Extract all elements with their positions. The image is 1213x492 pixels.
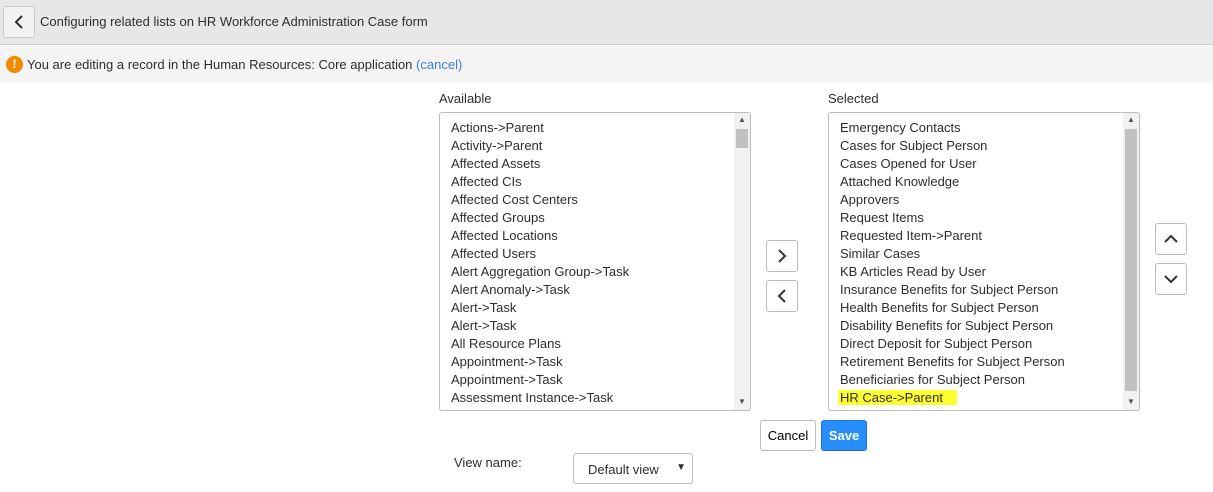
list-item[interactable]: Affected Assets xyxy=(451,155,750,173)
list-item[interactable]: Appointment->Task xyxy=(451,371,750,389)
list-item[interactable]: Requested Item->Parent xyxy=(840,227,1139,245)
list-item[interactable]: Request Items xyxy=(840,209,1139,227)
back-button[interactable] xyxy=(3,6,35,38)
cancel-button[interactable]: Cancel xyxy=(760,420,816,451)
list-item[interactable]: Direct Deposit for Subject Person xyxy=(840,335,1139,353)
list-item[interactable]: Emergency Contacts xyxy=(840,119,1139,137)
chevron-left-icon xyxy=(777,289,786,303)
cancel-link[interactable]: (cancel) xyxy=(416,57,462,72)
chevron-up-icon xyxy=(1164,234,1178,243)
list-item[interactable]: Affected Users xyxy=(451,245,750,263)
warning-icon: ! xyxy=(6,56,23,73)
scrollbar[interactable]: ▲ ▼ xyxy=(734,113,750,410)
add-button[interactable] xyxy=(766,240,798,272)
list-item[interactable]: Cases for Subject Person xyxy=(840,137,1139,155)
list-item[interactable]: KB Articles Read by User xyxy=(840,263,1139,281)
scroll-up-icon[interactable]: ▲ xyxy=(1127,115,1135,124)
scroll-down-icon[interactable]: ▼ xyxy=(738,397,746,406)
list-item[interactable]: Affected CIs xyxy=(451,173,750,191)
selected-list[interactable]: Emergency Contacts Cases for Subject Pers… xyxy=(828,112,1140,411)
highlighted-item-text: HR Case->Parent xyxy=(838,390,957,405)
list-item[interactable]: Activity->Parent xyxy=(451,137,750,155)
list-item[interactable]: Affected Groups xyxy=(451,209,750,227)
list-item-highlighted[interactable]: HR Case->Parent xyxy=(838,389,1139,407)
available-label: Available xyxy=(439,91,492,106)
list-item[interactable]: Appointment->Task xyxy=(451,353,750,371)
chevron-right-icon xyxy=(778,249,787,263)
list-item[interactable]: Cases Opened for User xyxy=(840,155,1139,173)
list-item[interactable]: Alert->Task xyxy=(451,299,750,317)
move-down-button[interactable] xyxy=(1155,263,1187,295)
list-item[interactable]: Similar Cases xyxy=(840,245,1139,263)
list-item[interactable]: Disability Benefits for Subject Person xyxy=(840,317,1139,335)
list-item[interactable]: Alert Anomaly->Task xyxy=(451,281,750,299)
list-item[interactable]: Approvers xyxy=(840,191,1139,209)
list-item[interactable]: All Resource Plans xyxy=(451,335,750,353)
info-message-bar: ! You are editing a record in the Human … xyxy=(0,46,1213,83)
view-name-label: View name: xyxy=(454,455,522,470)
scroll-up-icon[interactable]: ▲ xyxy=(738,115,746,124)
view-name-value: Default view xyxy=(588,462,659,477)
list-item[interactable]: Alert->Task xyxy=(451,317,750,335)
scroll-thumb[interactable] xyxy=(736,129,748,148)
caret-down-icon: ▼ xyxy=(676,462,686,473)
chevron-down-icon xyxy=(1164,275,1178,284)
list-item[interactable]: Beneficiaries for Subject Person xyxy=(840,371,1139,389)
list-item[interactable]: Insurance Benefits for Subject Person xyxy=(840,281,1139,299)
list-item[interactable]: Assessment Instance->Task xyxy=(451,389,750,407)
page-title: Configuring related lists on HR Workforc… xyxy=(40,14,428,29)
header-bar: Configuring related lists on HR Workforc… xyxy=(0,0,1213,45)
save-button[interactable]: Save xyxy=(821,420,867,451)
remove-button[interactable] xyxy=(766,280,798,312)
list-item[interactable]: Alert Aggregation Group->Task xyxy=(451,263,750,281)
selected-label: Selected xyxy=(828,91,879,106)
list-item[interactable]: Actions->Parent xyxy=(451,119,750,137)
view-name-select[interactable]: Default view ▼ xyxy=(573,453,693,484)
list-item[interactable]: Affected Cost Centers xyxy=(451,191,750,209)
list-item[interactable]: Affected Locations xyxy=(451,227,750,245)
chevron-left-icon xyxy=(14,15,23,29)
scrollbar[interactable]: ▲ ▼ xyxy=(1123,113,1139,410)
scroll-thumb[interactable] xyxy=(1125,129,1137,391)
move-up-button[interactable] xyxy=(1155,223,1187,255)
list-item[interactable]: Health Benefits for Subject Person xyxy=(840,299,1139,317)
message-text: You are editing a record in the Human Re… xyxy=(27,57,413,72)
available-list[interactable]: Actions->Parent Activity->Parent Affected … xyxy=(439,112,751,411)
scroll-down-icon[interactable]: ▼ xyxy=(1127,397,1135,406)
list-item[interactable]: Attached Knowledge xyxy=(840,173,1139,191)
list-item[interactable]: Retirement Benefits for Subject Person xyxy=(840,353,1139,371)
